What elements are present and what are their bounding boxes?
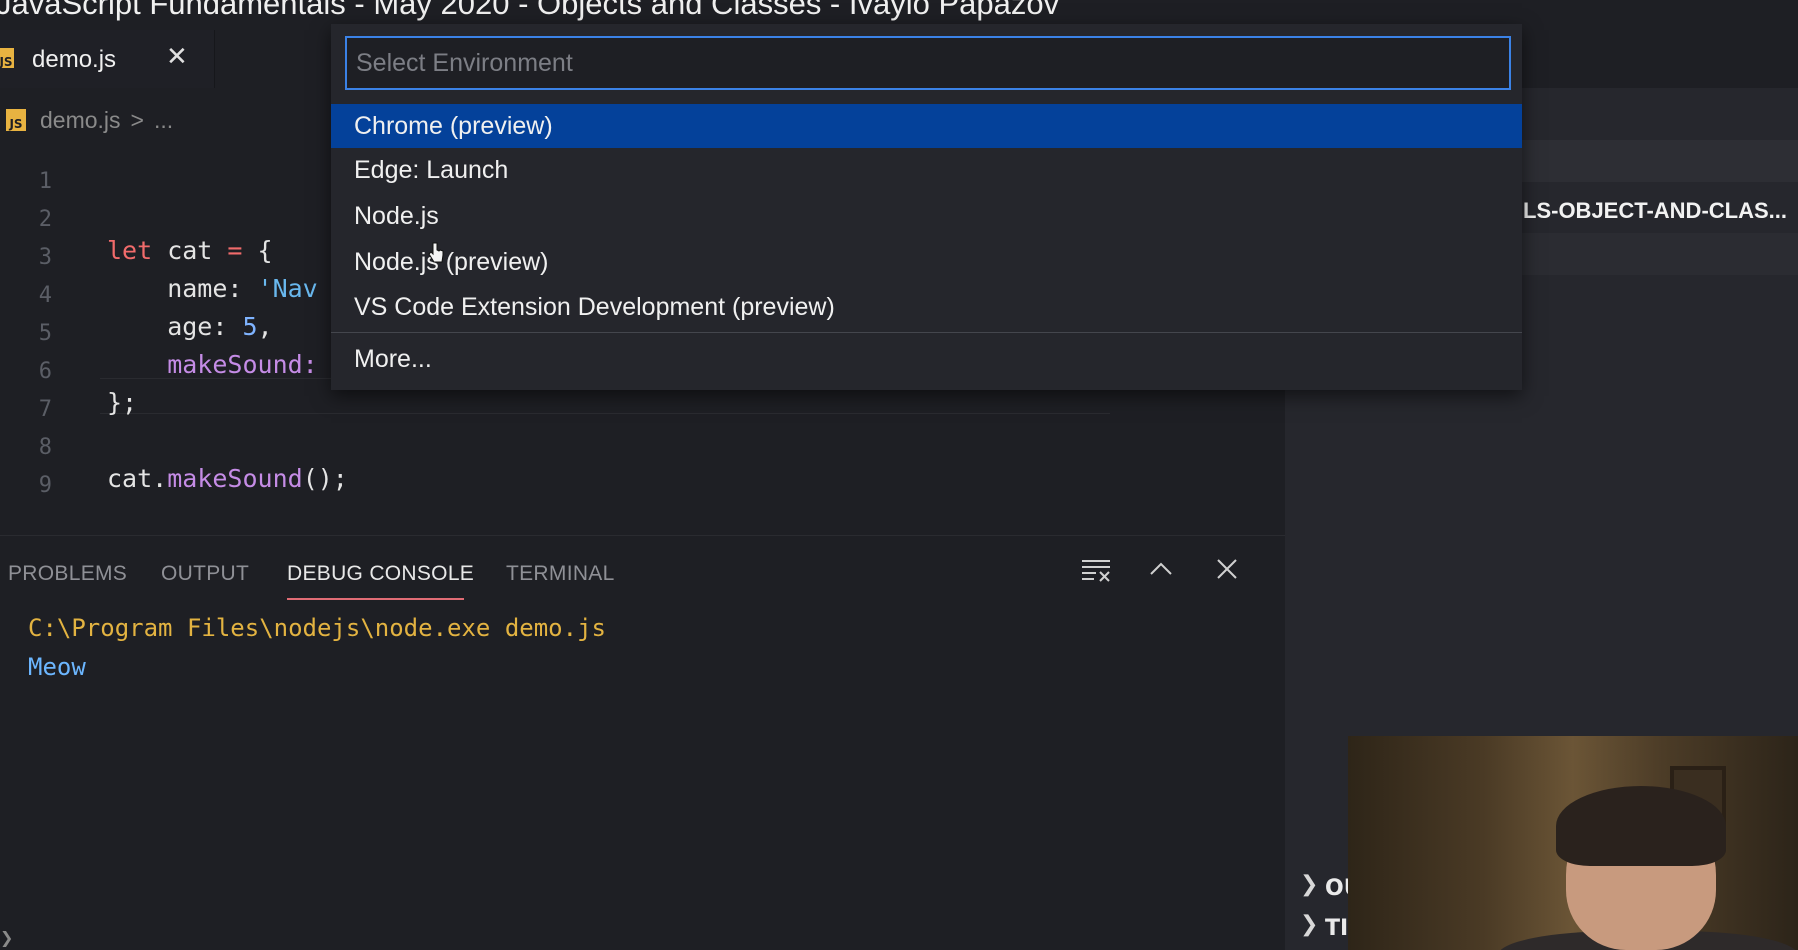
active-tab-indicator (287, 598, 464, 600)
environment-option-edge-launch[interactable]: Edge: Launch (331, 148, 1522, 192)
console-command: C:\Program Files\nodejs\node.exe demo.js (28, 614, 606, 642)
editor-tab-demo-js[interactable]: JS demo.js ✕ (0, 30, 215, 88)
javascript-file-icon: JS (6, 109, 26, 131)
environment-option-more[interactable]: More... (331, 337, 1522, 381)
close-icon[interactable] (1214, 556, 1240, 589)
explorer-folder-label[interactable]: LS-OBJECT-AND-CLAS... (1523, 198, 1787, 224)
javascript-file-icon: JS (0, 48, 14, 68)
tab-debug-console[interactable]: DEBUG CONSOLE (287, 562, 474, 586)
hand-cursor-icon (428, 242, 444, 263)
tab-output[interactable]: OUTPUT (161, 562, 249, 586)
chevron-right-icon[interactable]: ❯ (1300, 872, 1318, 897)
console-output: Meow (28, 653, 86, 681)
bottom-panel: PROBLEMS OUTPUT DEBUG CONSOLE TERMINAL C… (0, 535, 1285, 950)
close-icon-svg (1217, 559, 1237, 579)
editor-tab-label: demo.js (32, 46, 117, 73)
vscode-window: JavaScript Fundamentals - May 2020 - Obj… (0, 0, 1798, 950)
code-line: 9 (0, 444, 1285, 498)
video-title: JavaScript Fundamentals - May 2020 - Obj… (0, 0, 1060, 21)
webcam-overlay (1348, 736, 1798, 950)
line-number: 9 (38, 473, 52, 498)
clear-console-icon-svg (1082, 560, 1110, 582)
dropdown-divider (331, 332, 1522, 333)
code-line: 8 cat.makeSound(); (0, 406, 1285, 493)
breadcrumb: JS demo.js > ... (0, 100, 173, 140)
presenter-hair (1556, 786, 1726, 866)
select-environment-quick-pick: Chrome (preview) Edge: Launch Node.js No… (331, 24, 1522, 390)
tab-problems[interactable]: PROBLEMS (8, 562, 127, 586)
tab-terminal[interactable]: TERMINAL (506, 562, 615, 586)
chevron-right-icon[interactable]: ❯ (0, 928, 13, 947)
breadcrumb-separator-icon: > (130, 106, 144, 133)
close-icon[interactable]: ✕ (166, 42, 188, 72)
timeline-section-label[interactable]: TI (1325, 916, 1348, 941)
environment-option-nodejs-preview[interactable]: Node.js (preview) (331, 240, 1522, 284)
breadcrumb-rest[interactable]: ... (154, 107, 173, 134)
environment-option-vscode-extension[interactable]: VS Code Extension Development (preview) (331, 285, 1522, 329)
chevron-right-icon[interactable]: ❯ (1300, 912, 1318, 937)
environment-option-chrome-preview[interactable]: Chrome (preview) (331, 104, 1522, 148)
environment-search-input[interactable] (345, 36, 1511, 90)
environment-option-nodejs[interactable]: Node.js (331, 194, 1522, 238)
breadcrumb-file[interactable]: demo.js (40, 107, 121, 134)
chevron-up-icon-svg (1150, 562, 1172, 575)
chevron-up-icon[interactable] (1148, 556, 1174, 589)
clear-console-icon[interactable] (1080, 556, 1112, 591)
